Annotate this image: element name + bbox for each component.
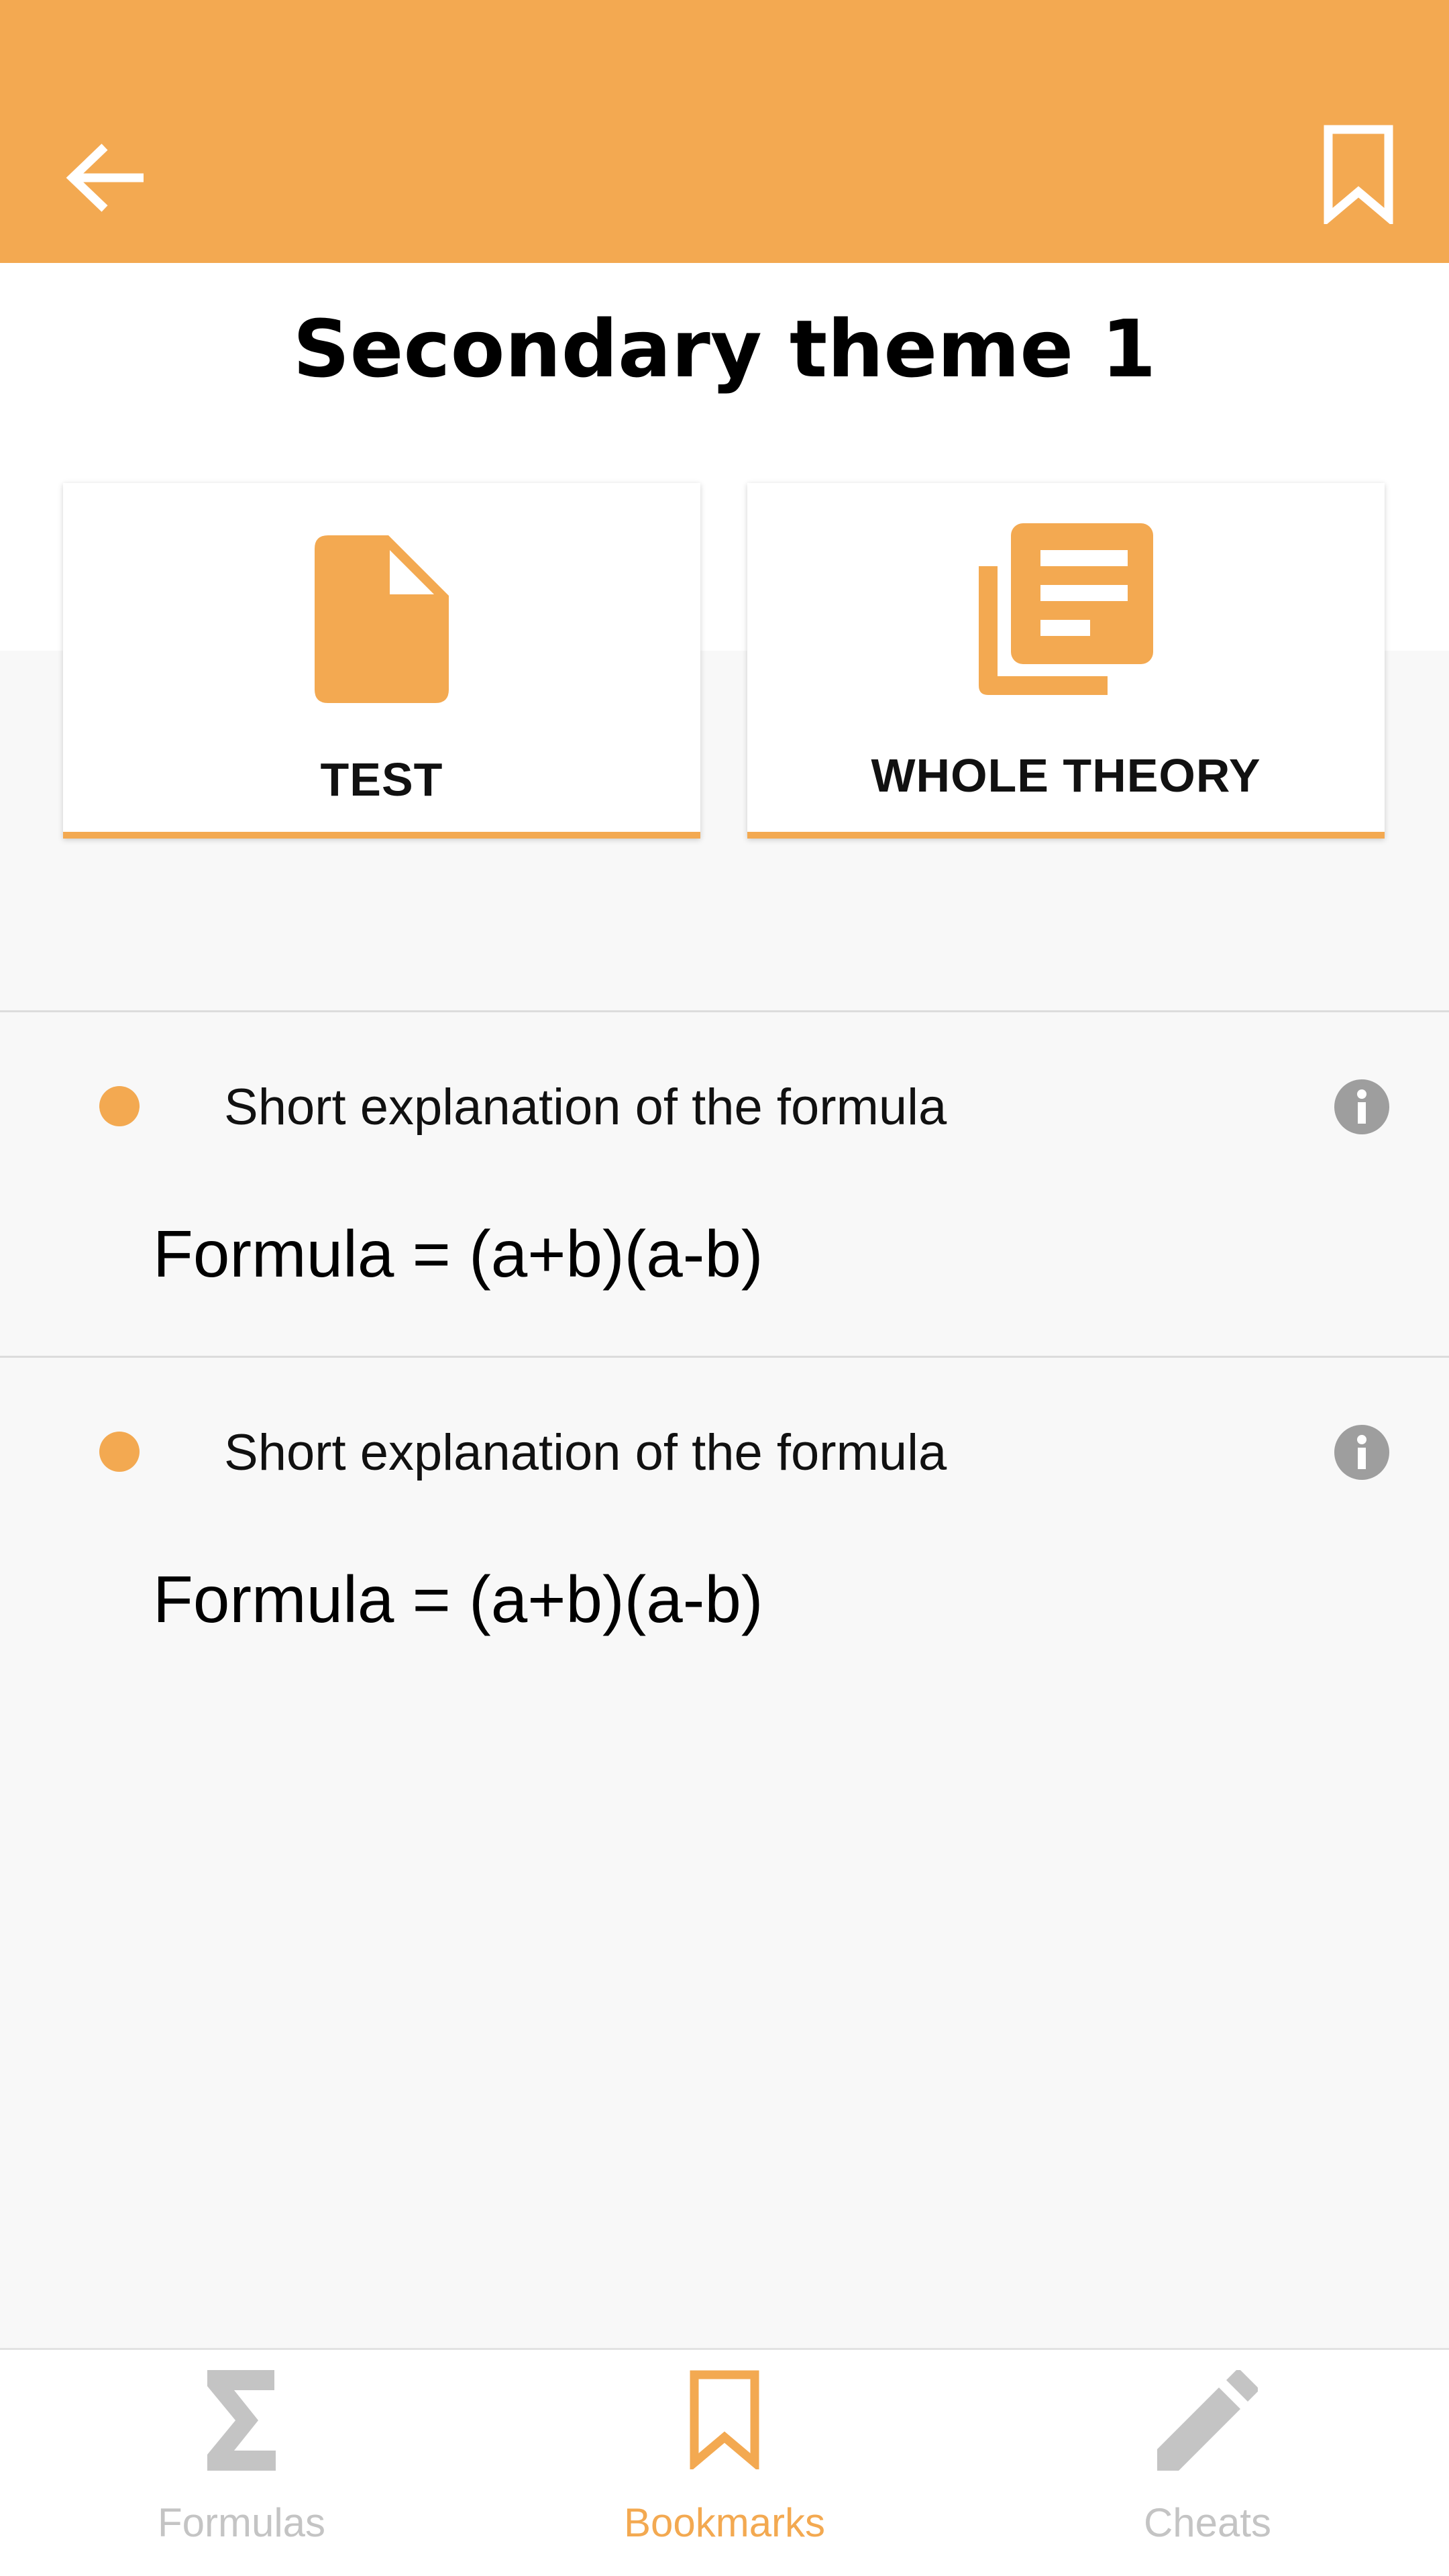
file-icon: [63, 535, 700, 703]
app-bar: [0, 0, 1449, 263]
bullet-icon: [99, 1086, 140, 1126]
sigma-icon: [0, 2370, 483, 2471]
library-books-icon: [747, 523, 1385, 695]
test-card[interactable]: TEST: [63, 483, 700, 839]
back-button[interactable]: [56, 127, 157, 228]
list-item[interactable]: Short explanation of the formula Formula…: [0, 1358, 1449, 1701]
page-title: Secondary theme 1: [292, 303, 1157, 395]
bullet-icon: [99, 1432, 140, 1472]
nav-item-formulas[interactable]: Formulas: [0, 2350, 483, 2576]
nav-label: Bookmarks: [623, 2500, 826, 2545]
formula-text: Formula = (a+b)(a-b): [153, 1562, 763, 1636]
nav-label: Cheats: [1143, 2500, 1272, 2545]
bookmark-button[interactable]: [1308, 121, 1409, 228]
test-label: TEST: [320, 753, 443, 806]
formula-explanation: Short explanation of the formula: [224, 1424, 947, 1481]
bottom-navigation: Formulas Bookmarks Cheats: [0, 2348, 1449, 2576]
formula-text: Formula = (a+b)(a-b): [153, 1217, 763, 1291]
nav-item-bookmarks[interactable]: Bookmarks: [483, 2350, 966, 2576]
list-item[interactable]: Short explanation of the formula Formula…: [0, 1012, 1449, 1356]
pencil-icon: [966, 2370, 1449, 2471]
info-icon[interactable]: [1334, 1425, 1389, 1480]
formula-explanation: Short explanation of the formula: [224, 1079, 947, 1136]
info-icon[interactable]: [1334, 1079, 1389, 1134]
whole-theory-label: WHOLE THEORY: [871, 749, 1261, 802]
nav-item-cheats[interactable]: Cheats: [966, 2350, 1449, 2576]
arrow-left-icon: [66, 144, 144, 212]
bookmark-outline-icon: [483, 2370, 966, 2469]
nav-label: Formulas: [157, 2500, 326, 2545]
bookmark-outline-icon: [1324, 125, 1393, 224]
whole-theory-card[interactable]: WHOLE THEORY: [747, 483, 1385, 839]
